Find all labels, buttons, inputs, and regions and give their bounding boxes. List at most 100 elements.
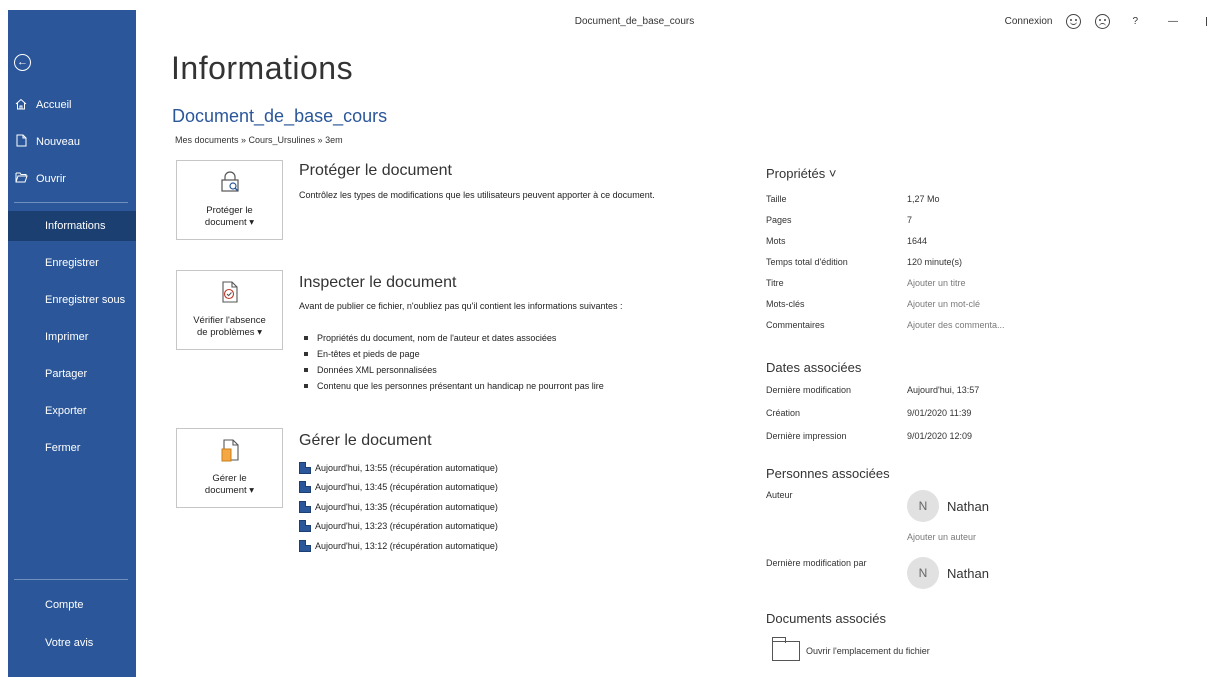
- sidebar-divider: [14, 579, 128, 580]
- protect-section-title: Protéger le document: [299, 162, 452, 179]
- new-document-icon: [14, 134, 28, 150]
- document-check-icon: [220, 281, 240, 303]
- version-item[interactable]: Aujourd'hui, 13:23 (récupération automat…: [299, 517, 498, 537]
- property-row: Dernière modification Aujourd'hui, 13:57: [766, 385, 980, 395]
- sidebar-item-partager[interactable]: Partager: [8, 359, 136, 389]
- back-button[interactable]: ←: [8, 38, 136, 82]
- property-row: Dernière modification par: [766, 558, 867, 568]
- sidebar-item-imprimer[interactable]: Imprimer: [8, 322, 136, 352]
- sidebar-item-exporter[interactable]: Exporter: [8, 396, 136, 426]
- sidebar-item-enregistrer[interactable]: Enregistrer: [8, 248, 136, 278]
- avatar: N: [907, 490, 939, 522]
- people-header: Personnes associées: [766, 466, 890, 481]
- open-file-location-button[interactable]: Ouvrir l'emplacement du fichier: [772, 637, 930, 661]
- word-document-icon: [299, 539, 311, 552]
- sidebar-item-label: Enregistrer sous: [45, 294, 126, 306]
- sidebar-item-label: Fermer: [45, 442, 81, 454]
- smile-feedback-icon[interactable]: [1066, 13, 1082, 29]
- manage-document-button[interactable]: Gérer le document ▾: [176, 428, 283, 508]
- sidebar-item-accueil[interactable]: Accueil: [8, 90, 136, 120]
- version-list: Aujourd'hui, 13:55 (récupération automat…: [299, 458, 498, 556]
- home-icon: [14, 98, 28, 113]
- modifier-entry[interactable]: N Nathan: [907, 557, 989, 589]
- list-item: Propriétés du document, nom de l'auteur …: [299, 330, 604, 346]
- card-label: Gérer le document ▾: [204, 473, 255, 496]
- sidebar-item-enregistrer-sous[interactable]: Enregistrer sous: [8, 285, 136, 315]
- list-item: Contenu que les personnes présentant un …: [299, 378, 604, 394]
- property-row: Dernière impression 9/01/2020 12:09: [766, 431, 973, 441]
- document-name: Document_de_base_cours: [172, 106, 388, 126]
- list-item: Données XML personnalisées: [299, 362, 604, 378]
- dates-header: Dates associées: [766, 360, 862, 375]
- sidebar-item-label: Votre avis: [45, 637, 94, 649]
- card-label: Protéger le document ▾: [204, 205, 255, 228]
- related-docs-header: Documents associés: [766, 611, 886, 626]
- version-item[interactable]: Aujourd'hui, 13:55 (récupération automat…: [299, 458, 498, 478]
- keywords-field[interactable]: Ajouter un mot-clé: [907, 299, 980, 309]
- version-item[interactable]: Aujourd'hui, 13:45 (récupération automat…: [299, 478, 498, 498]
- protect-document-button[interactable]: Protéger le document ▾: [176, 160, 283, 240]
- sidebar-item-label: Partager: [45, 368, 88, 380]
- inspect-section-title: Inspecter le document: [299, 274, 457, 291]
- version-item[interactable]: Aujourd'hui, 13:35 (récupération automat…: [299, 497, 498, 517]
- manage-document-icon: [220, 439, 240, 462]
- sidebar-item-label: Accueil: [36, 99, 72, 111]
- property-row: Création 9/01/2020 11:39: [766, 408, 972, 418]
- author-entry[interactable]: N Nathan: [907, 490, 989, 522]
- version-item[interactable]: Aujourd'hui, 13:12 (récupération automat…: [299, 536, 498, 556]
- signin-link[interactable]: Connexion: [1005, 16, 1053, 27]
- sidebar-item-label: Exporter: [45, 405, 87, 417]
- word-document-icon: [299, 500, 311, 513]
- property-row: Auteur: [766, 490, 793, 500]
- sidebar-item-label: Compte: [45, 599, 84, 611]
- sidebar-item-label: Informations: [45, 220, 106, 232]
- page-title: Informations: [171, 50, 354, 86]
- sidebar-item-label: Nouveau: [36, 136, 81, 148]
- back-arrow-icon: ←: [14, 54, 31, 71]
- card-label: Vérifier l'absence de problèmes ▾: [193, 315, 266, 338]
- sidebar-divider: [14, 202, 128, 203]
- properties-header[interactable]: Propriétés ˅: [766, 166, 836, 181]
- check-issues-button[interactable]: Vérifier l'absence de problèmes ▾: [176, 270, 283, 350]
- author-name: Nathan: [947, 498, 989, 514]
- backstage-sidebar: ← Accueil Nouveau Ouvrir Informations En…: [8, 10, 136, 677]
- lock-icon: [220, 171, 240, 193]
- avatar: N: [907, 557, 939, 589]
- sidebar-item-label: Imprimer: [45, 331, 89, 343]
- sidebar-item-nouveau[interactable]: Nouveau: [8, 127, 136, 157]
- sidebar-item-compte[interactable]: Compte: [8, 590, 136, 620]
- folder-icon: [772, 637, 800, 661]
- sidebar-item-fermer[interactable]: Fermer: [8, 433, 136, 463]
- frown-feedback-icon[interactable]: [1095, 13, 1111, 29]
- comments-field[interactable]: Ajouter des commenta...: [907, 320, 1005, 330]
- property-row: Titre Ajouter un titre: [766, 278, 966, 288]
- modifier-name: Nathan: [947, 565, 989, 581]
- sidebar-item-informations[interactable]: Informations: [8, 211, 136, 241]
- protect-description: Contrôlez les types de modifications que…: [299, 190, 655, 200]
- property-row: Temps total d'édition 120 minute(s): [766, 257, 963, 267]
- breadcrumb[interactable]: Mes documents » Cours_Ursulines » 3em: [175, 135, 343, 145]
- property-row: Pages 7: [766, 215, 913, 225]
- list-item: En-têtes et pieds de page: [299, 346, 604, 362]
- sidebar-item-ouvrir[interactable]: Ouvrir: [8, 164, 136, 194]
- title-bar-controls: Connexion ? —: [991, 10, 1209, 32]
- word-document-icon: [299, 461, 311, 474]
- manage-section-title: Gérer le document: [299, 432, 432, 449]
- property-row: Mots 1644: [766, 236, 928, 246]
- inspect-list: Propriétés du document, nom de l'auteur …: [299, 330, 604, 394]
- folder-open-icon: [14, 172, 28, 186]
- sidebar-item-label: Ouvrir: [36, 173, 66, 185]
- property-row: Commentaires Ajouter des commenta...: [766, 320, 1005, 330]
- title-bar: Document_de_base_cours Connexion ? —: [0, 0, 1209, 38]
- property-row: Mots-clés Ajouter un mot-clé: [766, 299, 981, 309]
- title-field[interactable]: Ajouter un titre: [907, 278, 966, 288]
- word-document-icon: [299, 481, 311, 494]
- property-row: Taille 1,27 Mo: [766, 194, 940, 204]
- add-author-link[interactable]: Ajouter un auteur: [907, 532, 976, 542]
- inspect-description: Avant de publier ce fichier, n'oubliez p…: [299, 301, 623, 311]
- minimize-button[interactable]: —: [1168, 16, 1178, 27]
- sidebar-item-label: Enregistrer: [45, 257, 99, 269]
- sidebar-item-votre-avis[interactable]: Votre avis: [8, 628, 136, 658]
- help-button[interactable]: ?: [1132, 16, 1138, 27]
- info-pane: Informations Document_de_base_cours Mes …: [136, 38, 1209, 677]
